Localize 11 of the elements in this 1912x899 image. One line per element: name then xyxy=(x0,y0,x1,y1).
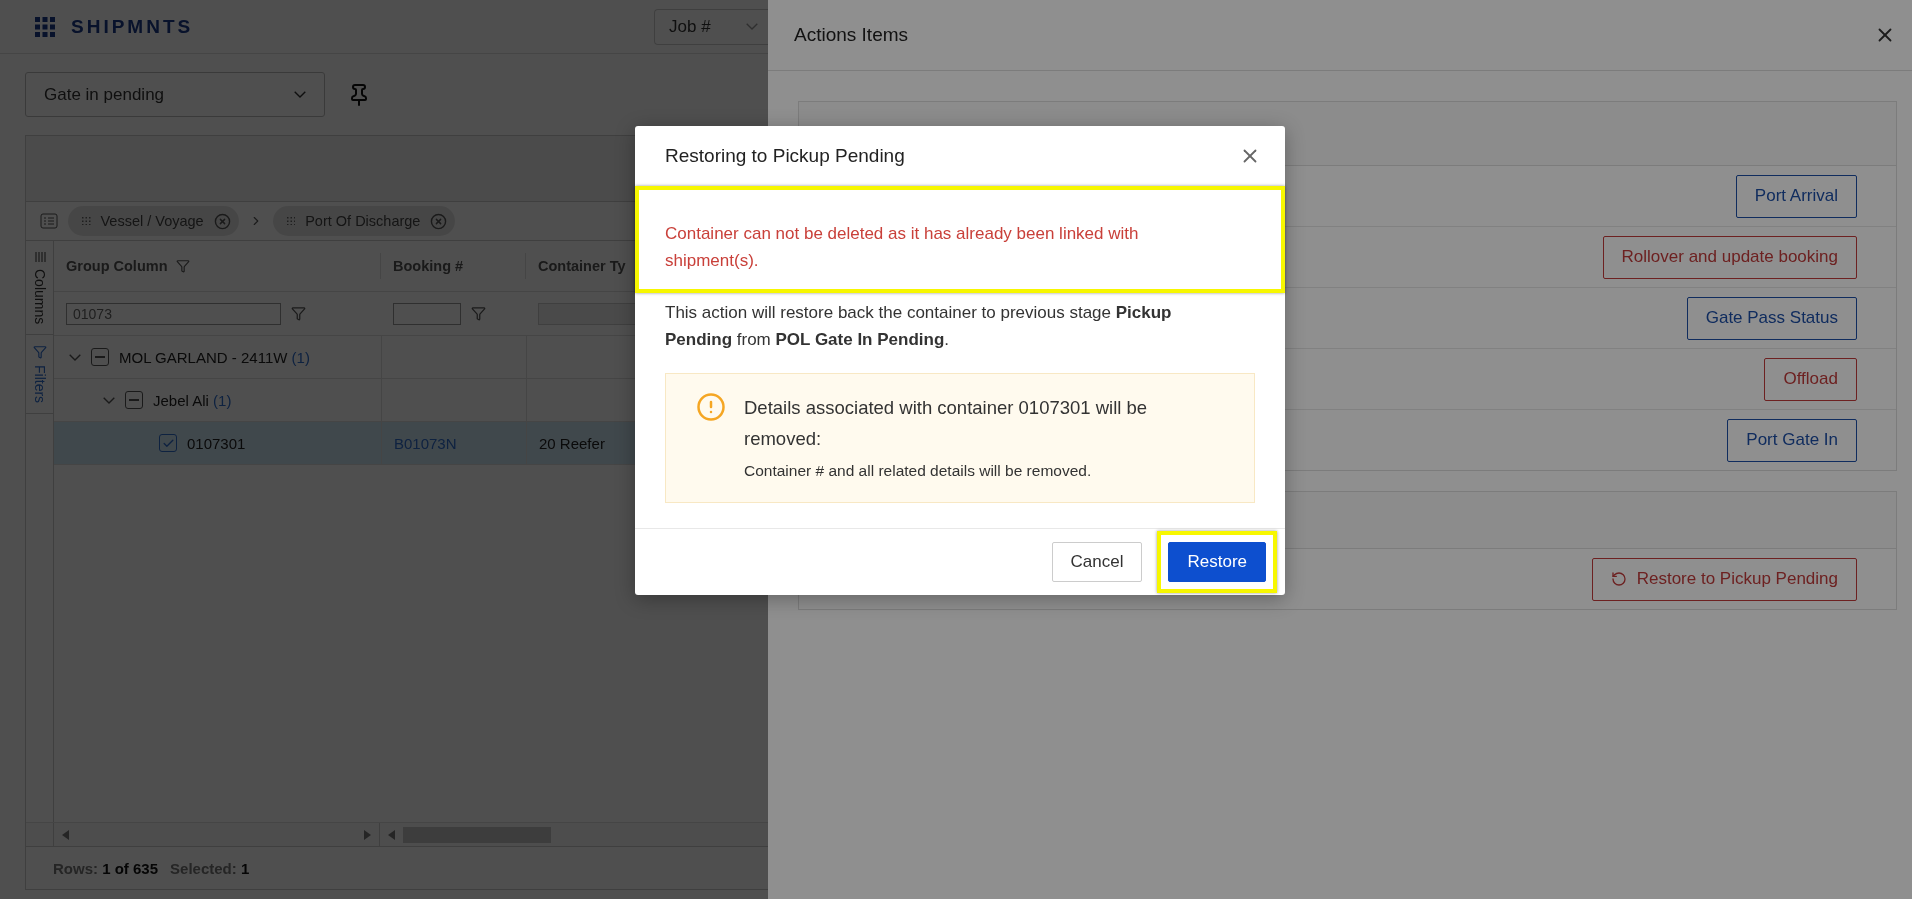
warning-detail: Container # and all related details will be removed. xyxy=(744,462,1093,480)
logo: SHIPMNTS xyxy=(71,15,194,38)
row-label: Jebel Ali (1) xyxy=(153,391,232,409)
error-message: Container can not be deleted as it has already been linked with shipment(s). xyxy=(665,223,1140,272)
drawer-title: Actions Items xyxy=(794,24,909,46)
selected-count: 1 xyxy=(240,859,250,877)
row-label: MOL GARLAND - 2411W (1) xyxy=(119,348,310,366)
dialog-title: Restoring to Pickup Pending xyxy=(665,145,905,167)
rows-count: 1 of 635 xyxy=(102,859,159,877)
row-label: 0107301 xyxy=(187,434,246,452)
table-cell: 20 Reefer xyxy=(539,434,605,452)
